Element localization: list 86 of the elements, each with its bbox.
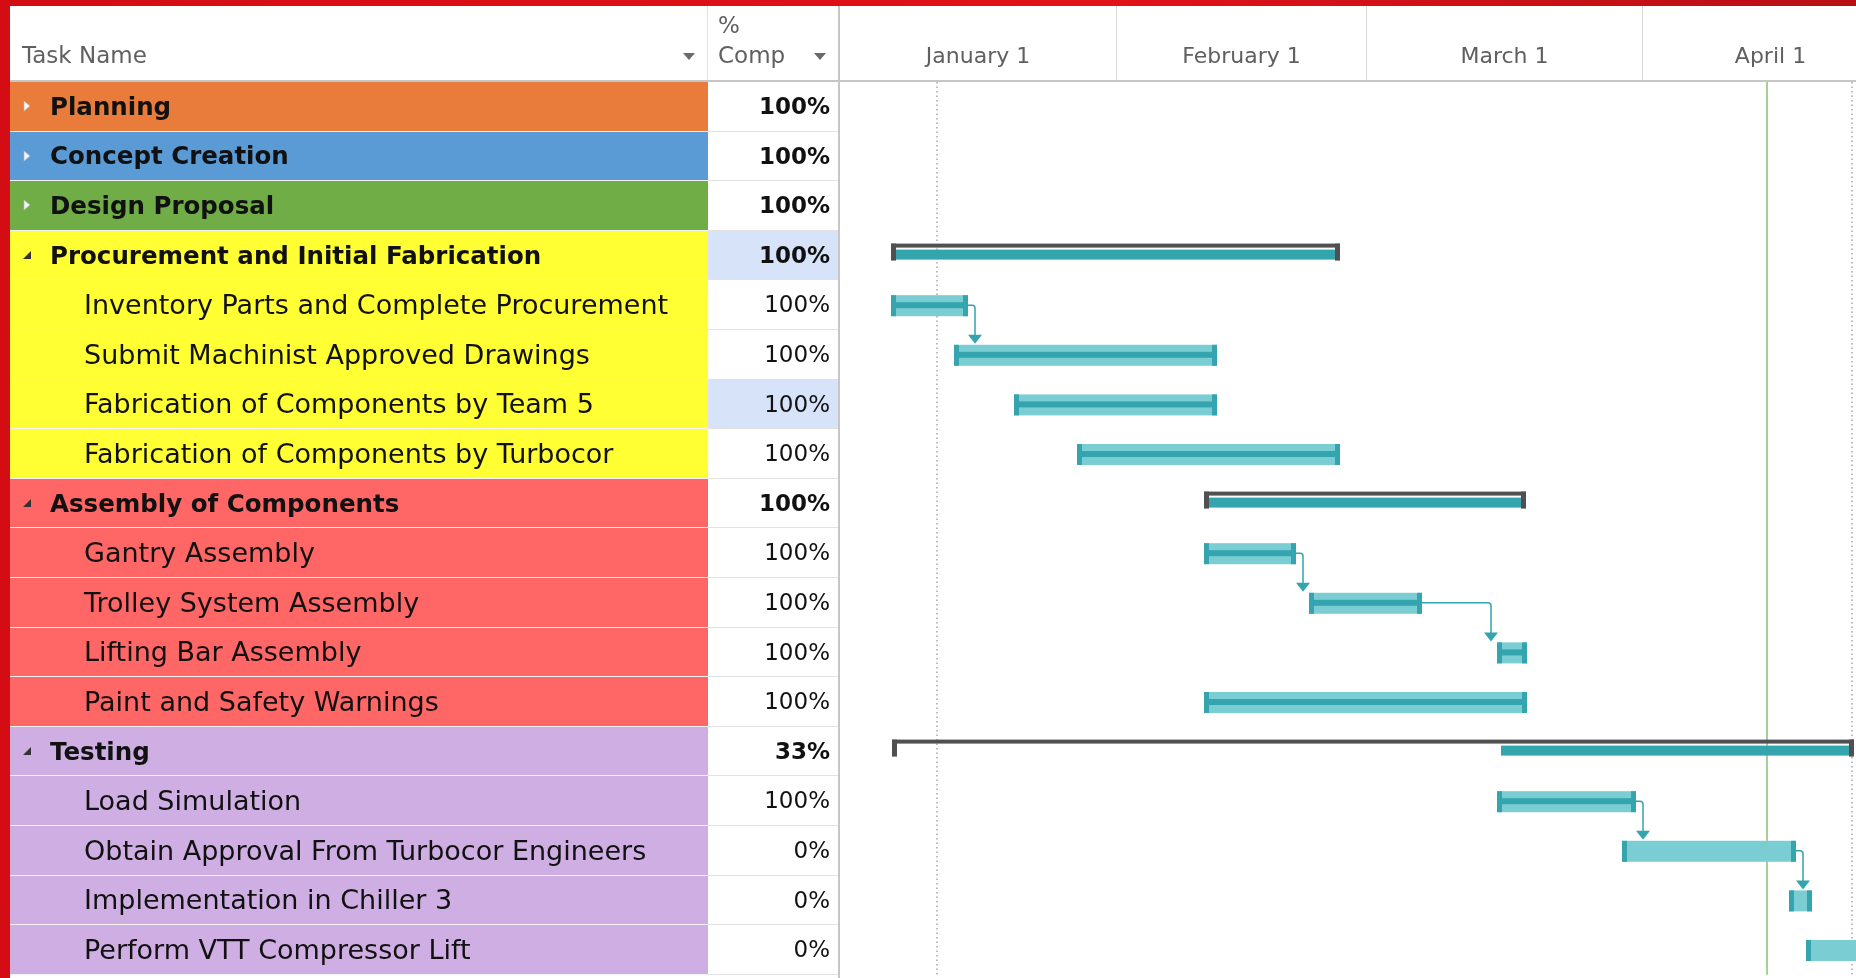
task-name-cell[interactable]: Inventory Parts and Complete Procurement (10, 280, 708, 330)
summary-bar[interactable] (891, 243, 1340, 261)
timeline-label: April 1 (1734, 42, 1807, 70)
task-name: Fabrication of Components by Team 5 (84, 388, 594, 420)
percent-complete-cell: 33% (708, 726, 838, 777)
task-name: Lifting Bar Assembly (84, 636, 362, 668)
task-name-cell[interactable]: Assembly of Components (10, 478, 708, 529)
task-bar[interactable] (1014, 394, 1217, 416)
task-bar[interactable] (1789, 890, 1812, 912)
task-name: Testing (50, 736, 150, 766)
task-bar[interactable] (1497, 791, 1636, 813)
task-name: Concept Creation (50, 141, 289, 171)
percent-complete-cell: 100% (708, 379, 838, 430)
task-name-cell[interactable]: Design Proposal (10, 181, 708, 231)
percent-complete-cell: 100% (708, 677, 838, 727)
link-arrow (1295, 552, 1310, 592)
timeline-label: March 1 (1460, 42, 1549, 70)
percent-complete-cell: 100% (708, 776, 838, 826)
task-name: Obtain Approval From Turbocor Engineers (84, 834, 647, 866)
task-bar[interactable] (1204, 692, 1527, 713)
task-name: Assembly of Components (50, 488, 400, 518)
task-name-cell[interactable]: Trolley System Assembly (10, 577, 708, 628)
percent-complete-cell: 100% (708, 329, 838, 380)
link-arrow (1795, 850, 1810, 890)
summary-bar[interactable] (1204, 491, 1526, 509)
task-name: Paint and Safety Warnings (84, 685, 439, 717)
task-name-cell[interactable]: Submit Machinist Approved Drawings (10, 329, 708, 380)
timeline-label: January 1 (925, 42, 1031, 70)
percent-complete-cell: 100% (708, 528, 838, 578)
link-arrow (967, 304, 982, 344)
task-name-cell[interactable]: Fabrication of Components by Turbocor (10, 429, 708, 479)
task-name-cell[interactable]: Perform VTT Compressor Lift (10, 925, 708, 975)
summary-bar[interactable] (892, 739, 1854, 757)
task-name-cell[interactable]: Testing (10, 726, 708, 777)
percent-complete-cell: 0% (708, 925, 838, 975)
collapse-triangle-icon[interactable] (22, 745, 32, 757)
link-arrow (1635, 800, 1650, 840)
task-name: Design Proposal (50, 191, 275, 220)
task-name-cell[interactable]: Procurement and Initial Fabrication (10, 230, 708, 281)
task-name: Planning (50, 91, 172, 121)
task-name-cell[interactable]: Gantry Assembly (10, 528, 708, 578)
collapse-triangle-icon[interactable] (22, 249, 32, 262)
task-name-cell[interactable]: Load Simulation (10, 776, 708, 826)
task-name-cell[interactable]: Fabrication of Components by Team 5 (10, 379, 708, 430)
percent-complete-cell: 100% (708, 181, 838, 231)
percent-complete-cell: 100% (708, 280, 838, 330)
task-name-cell[interactable]: Planning (10, 82, 708, 132)
task-name: Trolley System Assembly (84, 586, 420, 618)
task-name: Inventory Parts and Complete Procurement (84, 289, 669, 321)
column-header[interactable]: Task Name (22, 40, 147, 70)
percent-complete-cell: 100% (708, 131, 838, 182)
task-name-cell[interactable]: Lifting Bar Assembly (10, 627, 708, 678)
task-bar[interactable] (1622, 840, 1796, 862)
task-name: Gantry Assembly (84, 537, 315, 569)
task-bar[interactable] (1204, 543, 1296, 565)
percent-complete-cell: 100% (708, 577, 838, 628)
caret-icon[interactable] (814, 53, 826, 61)
timeline-label: February 1 (1182, 42, 1301, 70)
task-name: Fabrication of Components by Turbocor (84, 437, 614, 469)
task-name: Implementation in Chiller 3 (84, 884, 453, 916)
task-name-cell[interactable]: Concept Creation (10, 131, 708, 182)
percent-complete-cell: 100% (708, 478, 838, 529)
column-header[interactable]: % Comp (718, 10, 792, 70)
task-bar[interactable] (954, 344, 1217, 366)
percent-complete-cell: 0% (708, 875, 838, 926)
expand-triangle-icon[interactable] (22, 149, 32, 162)
task-name: Load Simulation (84, 785, 302, 817)
task-name-cell[interactable]: Paint and Safety Warnings (10, 677, 708, 727)
task-bar[interactable] (1806, 940, 1856, 961)
task-bar[interactable] (891, 295, 968, 317)
expand-triangle-icon[interactable] (22, 100, 32, 113)
task-bar[interactable] (1497, 642, 1527, 664)
percent-complete-cell: 100% (708, 82, 838, 132)
task-bar[interactable] (1077, 444, 1340, 465)
percent-complete-cell: 100% (708, 627, 838, 678)
expand-triangle-icon[interactable] (22, 199, 32, 212)
caret-icon[interactable] (683, 53, 695, 61)
task-bar[interactable] (1309, 592, 1422, 614)
task-name: Submit Machinist Approved Drawings (84, 338, 590, 370)
percent-complete-cell: 100% (708, 230, 838, 281)
percent-complete-cell: 0% (708, 825, 838, 876)
percent-complete-cell: 100% (708, 429, 838, 479)
task-name-cell[interactable]: Implementation in Chiller 3 (10, 875, 708, 926)
task-name: Procurement and Initial Fabrication (50, 240, 542, 270)
task-name: Perform VTT Compressor Lift (84, 933, 471, 965)
task-name-cell[interactable]: Obtain Approval From Turbocor Engineers (10, 825, 708, 876)
